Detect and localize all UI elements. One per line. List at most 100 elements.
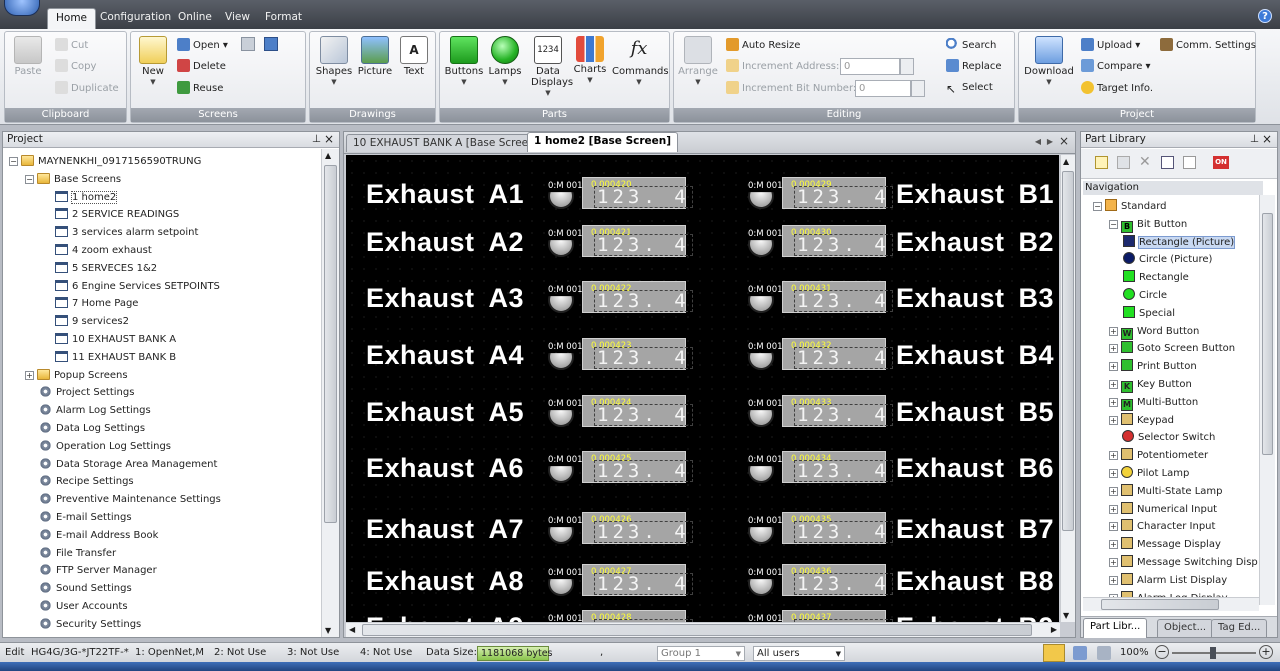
compare-button[interactable]: Compare ▾ bbox=[1081, 59, 1151, 74]
part-category[interactable]: + Goto Screen Button bbox=[1093, 340, 1257, 358]
tag-editor-tab[interactable]: Tag Ed... bbox=[1211, 619, 1268, 637]
base-screen-item[interactable]: 9 services2 bbox=[9, 313, 319, 331]
expand-icon[interactable]: + bbox=[1109, 522, 1118, 532]
scroll-right-arrow[interactable]: ▶ bbox=[1051, 625, 1057, 634]
numeric-display[interactable]: 0 000430 123. 4 bbox=[782, 225, 893, 257]
comm-settings-button[interactable]: Comm. Settings bbox=[1160, 38, 1256, 53]
part-category[interactable]: + Keypad bbox=[1093, 412, 1257, 430]
commands-button[interactable]: fx Commands ▼ bbox=[612, 36, 669, 86]
numeric-display[interactable]: 0 000434 123. 4 bbox=[782, 451, 893, 483]
base-screen-item[interactable]: 4 zoom exhaust bbox=[9, 242, 319, 260]
buttons-button[interactable]: Buttons ▼ bbox=[444, 36, 484, 86]
import-icon[interactable] bbox=[1161, 156, 1174, 169]
scroll-left-arrow[interactable]: ◀ bbox=[349, 625, 355, 634]
object-list-tab[interactable]: Object... bbox=[1157, 619, 1214, 637]
scroll-up-arrow[interactable]: ▲ bbox=[325, 151, 331, 160]
project-item[interactable]: Project Settings bbox=[9, 384, 319, 402]
base-screen-item[interactable]: 10 EXHAUST BANK A bbox=[9, 331, 319, 349]
collapse-icon[interactable]: − bbox=[25, 174, 34, 184]
part-category[interactable]: + Alarm List Display bbox=[1093, 572, 1257, 590]
tab-scroll-left-icon[interactable]: ◀ bbox=[1035, 137, 1041, 146]
target-info-button[interactable]: Target Info. bbox=[1081, 81, 1153, 96]
reuse-screen-button[interactable]: Reuse bbox=[177, 81, 223, 96]
help-icon[interactable]: ? bbox=[1258, 9, 1272, 23]
part-hscrollbar[interactable] bbox=[1083, 597, 1259, 611]
numeric-display[interactable]: 0 000425 123. 4 bbox=[582, 451, 693, 483]
part-scroll-thumb[interactable] bbox=[1262, 213, 1273, 455]
tree-base-screens[interactable]: − Base Screens bbox=[9, 171, 319, 189]
project-item[interactable]: Alarm Log Settings bbox=[9, 402, 319, 420]
expand-icon[interactable]: + bbox=[1109, 397, 1118, 407]
doc-tab-home2[interactable]: 1 home2 [Base Screen] bbox=[527, 132, 679, 152]
base-screen-item[interactable]: 5 SERVECES 1&2 bbox=[9, 260, 319, 278]
expand-icon[interactable]: + bbox=[1109, 415, 1118, 425]
numeric-display[interactable]: 0 000423 123. 4 bbox=[582, 338, 693, 370]
scroll-up-arrow[interactable]: ▲ bbox=[1063, 157, 1069, 166]
tab-scroll-right-icon[interactable]: ▶ bbox=[1047, 137, 1053, 146]
rename-icon[interactable] bbox=[1117, 156, 1130, 169]
arrange-button[interactable]: Arrange ▼ bbox=[678, 36, 718, 86]
numeric-display[interactable]: 0 000436 123. 4 bbox=[782, 564, 893, 596]
paste-button[interactable]: Paste bbox=[11, 36, 45, 77]
canvas-scroll-thumb[interactable] bbox=[1062, 171, 1074, 531]
numeric-display[interactable]: 0 000437123. 4 bbox=[782, 610, 893, 622]
expand-icon[interactable]: + bbox=[1109, 326, 1118, 336]
project-item[interactable]: E-mail Address Book bbox=[9, 527, 319, 545]
numeric-display[interactable]: 0 000422 123. 4 bbox=[582, 281, 693, 313]
canvas-vscrollbar[interactable]: ▲ ▼ bbox=[1060, 155, 1075, 622]
group-select[interactable]: Group 1 ▼ bbox=[657, 646, 745, 661]
expand-icon[interactable]: + bbox=[1109, 486, 1118, 496]
part-category[interactable]: + Message Switching Disp bbox=[1093, 554, 1258, 572]
expand-icon[interactable]: + bbox=[1109, 540, 1118, 550]
delete-icon[interactable]: ✕ bbox=[1139, 154, 1151, 170]
part-category[interactable]: + Message Display bbox=[1093, 536, 1257, 554]
part-tree-bit-button[interactable]: − B Bit Button bbox=[1093, 216, 1257, 234]
canvas-hscrollbar[interactable]: ◀ ▶ bbox=[346, 622, 1060, 637]
lamps-button[interactable]: Lamps ▼ bbox=[486, 36, 524, 86]
screen-download-icon[interactable] bbox=[264, 37, 278, 51]
part-category[interactable]: Selector Switch bbox=[1093, 429, 1257, 447]
part-library-tab[interactable]: Part Libr... bbox=[1083, 618, 1148, 638]
tree-root[interactable]: − MAYNENKHI_0917156590TRUNG bbox=[9, 153, 319, 171]
new-folder-icon[interactable] bbox=[1095, 156, 1108, 169]
canvas-hscroll-thumb[interactable] bbox=[362, 624, 1032, 636]
project-item[interactable]: Operation Log Settings bbox=[9, 438, 319, 456]
increment-bit-spinner[interactable] bbox=[911, 80, 925, 97]
zoom-in-icon[interactable]: + bbox=[1259, 645, 1273, 659]
numeric-display[interactable]: 0 000427 123. 4 bbox=[582, 564, 693, 596]
replace-button[interactable]: Replace bbox=[946, 59, 1002, 74]
project-item[interactable]: File Transfer bbox=[9, 545, 319, 563]
project-item[interactable]: Security Settings bbox=[9, 616, 319, 634]
users-select[interactable]: All users ▼ bbox=[753, 646, 845, 661]
numeric-display[interactable]: 0 000421 123. 4 bbox=[582, 225, 693, 257]
numeric-display[interactable]: 0 000432 123. 4 bbox=[782, 338, 893, 370]
charts-button[interactable]: Charts ▼ bbox=[571, 36, 609, 84]
layer-icon[interactable] bbox=[1097, 646, 1111, 660]
expand-icon[interactable]: + bbox=[1109, 379, 1118, 389]
numeric-display[interactable]: 0 000420 123. 4 bbox=[582, 177, 693, 209]
increment-bit-input[interactable]: 0 bbox=[855, 80, 911, 97]
export-icon[interactable] bbox=[1183, 156, 1196, 169]
numeric-display[interactable]: 0 000424 123. 4 bbox=[582, 395, 693, 427]
project-item[interactable]: User Accounts bbox=[9, 598, 319, 616]
part-tree-standard[interactable]: − Standard bbox=[1093, 198, 1257, 216]
select-button[interactable]: ↖ Select bbox=[946, 81, 993, 96]
part-category[interactable]: + M Multi-Button bbox=[1093, 394, 1257, 412]
tab-configuration[interactable]: Configuration bbox=[92, 8, 179, 29]
numeric-display[interactable]: 0 000435 123. 4 bbox=[782, 512, 893, 544]
collapse-icon[interactable]: − bbox=[9, 157, 18, 166]
expand-icon[interactable]: + bbox=[1109, 451, 1118, 461]
tab-format[interactable]: Format bbox=[257, 8, 310, 29]
view-icon[interactable] bbox=[1073, 646, 1087, 660]
part-category[interactable]: + Numerical Input bbox=[1093, 501, 1257, 519]
base-screen-item[interactable]: 3 services alarm setpoint bbox=[9, 224, 319, 242]
part-category[interactable]: + Potentiometer bbox=[1093, 447, 1257, 465]
zoom-out-icon[interactable]: − bbox=[1155, 645, 1169, 659]
app-logo-icon[interactable] bbox=[4, 0, 40, 16]
scroll-down-arrow[interactable]: ▼ bbox=[325, 626, 331, 635]
collapse-icon[interactable]: − bbox=[1093, 202, 1102, 211]
shapes-button[interactable]: Shapes ▼ bbox=[315, 36, 353, 86]
collapse-icon[interactable]: − bbox=[1109, 219, 1118, 229]
part-category[interactable]: + Multi-State Lamp bbox=[1093, 483, 1257, 501]
close-icon[interactable]: × bbox=[324, 132, 334, 147]
